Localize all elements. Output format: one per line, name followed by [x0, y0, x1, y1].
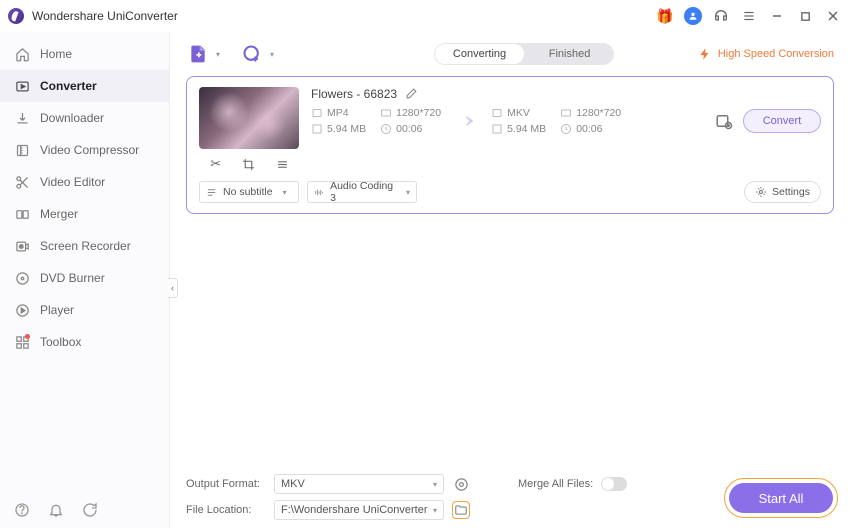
gift-icon[interactable]: 🎁 [656, 7, 674, 25]
tab-finished[interactable]: Finished [525, 43, 614, 65]
source-format-block: MP4 1280*720 5.94 MB 00:06 [311, 107, 441, 135]
sidebar-item-downloader[interactable]: Downloader [0, 102, 169, 134]
sidebar-item-converter[interactable]: Converter [0, 70, 169, 102]
minimize-button[interactable] [768, 7, 786, 25]
convert-button[interactable]: Convert [743, 109, 821, 133]
sidebar-item-editor[interactable]: Video Editor [0, 166, 169, 198]
gear-icon [755, 186, 767, 198]
add-file-caret[interactable]: ▾ [216, 50, 220, 59]
sidebar: Home Converter Downloader Video Compress… [0, 32, 170, 528]
sidebar-label: Video Compressor [40, 143, 139, 157]
audio-icon [314, 187, 324, 198]
merge-label: Merge All Files: [518, 478, 593, 490]
add-url-caret[interactable]: ▾ [270, 50, 274, 59]
duration-icon [560, 123, 572, 135]
tab-converting[interactable]: Converting [435, 44, 524, 64]
sidebar-label: Player [40, 303, 74, 317]
sidebar-item-recorder[interactable]: Screen Recorder [0, 230, 169, 262]
start-all-button[interactable]: Start All [729, 483, 833, 513]
app-title: Wondershare UniConverter [32, 9, 178, 23]
toolbox-icon [14, 334, 30, 350]
sidebar-item-player[interactable]: Player [0, 294, 169, 326]
sidebar-label: Video Editor [40, 175, 105, 189]
close-button[interactable] [824, 7, 842, 25]
audio-track-select[interactable]: Audio Coding 3▾ [307, 181, 417, 203]
sidebar-label: DVD Burner [40, 271, 105, 285]
output-format-select[interactable]: MKV▾ [274, 474, 444, 494]
size-icon [491, 123, 503, 135]
add-url-button[interactable] [240, 42, 264, 66]
output-format-label: Output Format: [186, 478, 266, 490]
resolution-icon [380, 107, 392, 119]
file-icon [491, 107, 503, 119]
video-thumbnail[interactable] [199, 87, 299, 149]
sidebar-label: Screen Recorder [40, 239, 131, 253]
conversion-item: ✂ Flowers - 66823 MP4 1280*720 5 [186, 76, 834, 214]
help-icon[interactable] [14, 502, 30, 518]
target-format-block: MKV 1280*720 5.94 MB 00:06 [491, 107, 621, 135]
crop-tool[interactable] [240, 155, 258, 173]
sidebar-label: Home [40, 47, 72, 61]
item-settings-button[interactable]: Settings [744, 181, 821, 203]
support-icon[interactable] [712, 7, 730, 25]
toolbar: ▾ ▾ Converting Finished High Speed Conve… [186, 42, 834, 66]
sidebar-label: Downloader [40, 111, 104, 125]
duration-icon [380, 123, 392, 135]
tab-segment: Converting Finished [434, 43, 614, 65]
file-location-select[interactable]: F:\Wondershare UniConverter▾ [274, 500, 444, 520]
main-panel: ▾ ▾ Converting Finished High Speed Conve… [170, 32, 850, 528]
add-file-button[interactable] [186, 42, 210, 66]
converter-icon [14, 78, 30, 94]
sidebar-label: Converter [40, 79, 97, 93]
merge-toggle[interactable] [601, 477, 627, 491]
feedback-icon[interactable] [82, 502, 98, 518]
rename-icon[interactable] [405, 87, 419, 101]
user-avatar[interactable] [684, 7, 702, 25]
home-icon [14, 46, 30, 62]
subtitle-icon [206, 187, 217, 198]
play-icon [14, 302, 30, 318]
file-location-label: File Location: [186, 504, 266, 516]
disc-icon [14, 270, 30, 286]
output-settings-icon[interactable] [715, 112, 733, 130]
scissors-icon [14, 174, 30, 190]
high-speed-conversion-toggle[interactable]: High Speed Conversion [698, 47, 834, 61]
titlebar: Wondershare UniConverter 🎁 [0, 0, 850, 32]
sidebar-item-merger[interactable]: Merger [0, 198, 169, 230]
sidebar-item-toolbox[interactable]: Toolbox [0, 326, 169, 358]
sidebar-label: Merger [40, 207, 78, 221]
arrow-icon [453, 114, 479, 128]
record-icon [14, 238, 30, 254]
more-tool[interactable] [273, 155, 291, 173]
merge-icon [14, 206, 30, 222]
notifications-icon[interactable] [48, 502, 64, 518]
notification-dot [25, 334, 30, 339]
start-all-highlight: Start All [724, 478, 838, 518]
menu-icon[interactable] [740, 7, 758, 25]
sidebar-item-dvd[interactable]: DVD Burner [0, 262, 169, 294]
download-icon [14, 110, 30, 126]
size-icon [311, 123, 323, 135]
sidebar-item-compressor[interactable]: Video Compressor [0, 134, 169, 166]
sidebar-label: Toolbox [40, 335, 81, 349]
file-name: Flowers - 66823 [311, 87, 397, 101]
trim-tool[interactable]: ✂ [207, 155, 225, 173]
resolution-icon [560, 107, 572, 119]
app-logo [8, 8, 24, 24]
compress-icon [14, 142, 30, 158]
output-settings-icon[interactable] [452, 475, 470, 493]
subtitle-select[interactable]: No subtitle▾ [199, 181, 299, 203]
maximize-button[interactable] [796, 7, 814, 25]
file-icon [311, 107, 323, 119]
hsc-label: High Speed Conversion [718, 48, 834, 60]
sidebar-item-home[interactable]: Home [0, 38, 169, 70]
open-folder-button[interactable] [452, 501, 470, 519]
lightning-icon [698, 47, 712, 61]
